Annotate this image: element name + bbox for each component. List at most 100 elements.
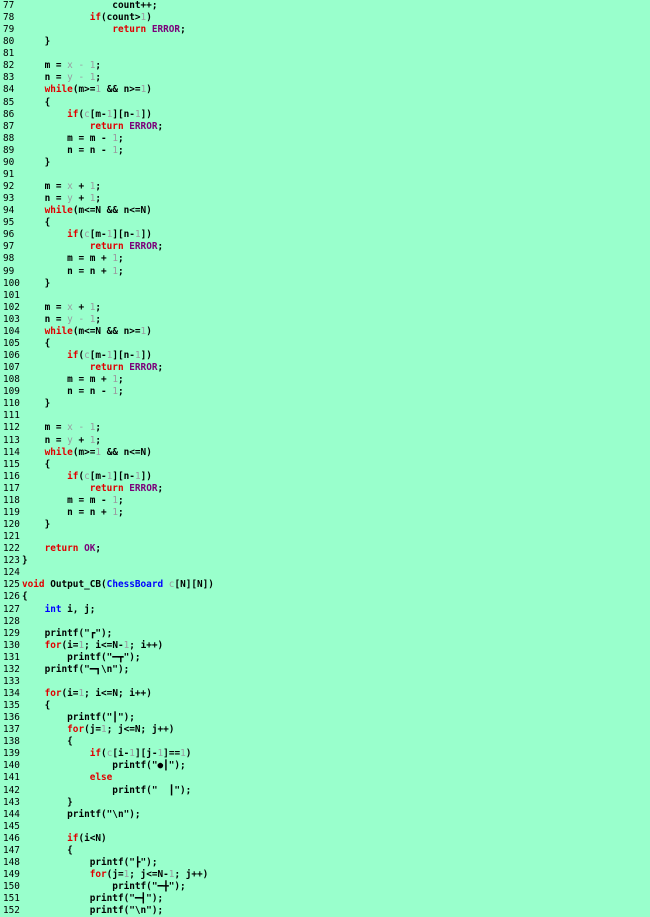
code-token: return (44, 543, 79, 555)
line-number: 133 (3, 675, 20, 687)
code-token: ; j<=N; j++) (106, 724, 175, 736)
line-number: 145 (3, 820, 20, 832)
line-code: count++; (22, 0, 157, 12)
code-token: m = (22, 60, 68, 72)
code-token: (i<N) (78, 832, 107, 844)
line-code: n = n + 1; (22, 265, 124, 278)
code-token: ][n- (112, 108, 135, 120)
code-token: ; i<=N; i++) (84, 687, 152, 699)
code-token: + (72, 301, 90, 313)
line-code: } (22, 519, 51, 531)
line-code: printf("━┓\n"); (22, 663, 130, 676)
line-code: printf("━╋"); (22, 881, 185, 893)
code-token: (j= (84, 724, 102, 736)
code-token: ; (95, 313, 102, 325)
code-token: ; (95, 193, 102, 205)
line-code: while(m<=N && n<=N) (22, 205, 152, 217)
code-token: printf("\n"); (22, 808, 141, 820)
code-token: (m>= (72, 446, 96, 458)
line-number: 149 (3, 869, 20, 881)
line-code: { (22, 591, 28, 603)
line-code: if(count>1) (22, 12, 152, 24)
code-token: } (22, 519, 51, 530)
code-token: ; (95, 543, 102, 555)
code-token: } (22, 398, 51, 410)
line-number: 101 (3, 289, 20, 301)
code-token: } (22, 796, 73, 808)
line-code: return ERROR; (22, 483, 163, 495)
line-code: int i, j; (22, 603, 96, 616)
line-number: 119 (3, 506, 20, 518)
code-token: ]) (140, 350, 152, 362)
code-token: if (89, 12, 102, 24)
code-token: ERROR (151, 24, 181, 36)
line-code: while(m>=1 && n<=N) (22, 447, 152, 459)
code-editor[interactable]: 77 count++; 78 if(count>1) 79 return ERROR… (0, 0, 650, 917)
line-number: 141 (3, 772, 20, 784)
code-token: (m<=N && n>= (72, 325, 141, 337)
code-token: for (44, 687, 62, 699)
line-number: 136 (3, 712, 20, 724)
line-number: 96 (3, 229, 15, 241)
code-token: ) (185, 748, 192, 760)
line-code: while(m<=N && n>=1) (22, 326, 152, 338)
code-token: printf("━┓\n"); (22, 663, 130, 675)
code-token: + (72, 181, 90, 193)
code-token: [m- (89, 350, 107, 362)
line-number: 106 (3, 350, 20, 362)
line-number: 77 (3, 0, 15, 11)
code-token: { (22, 844, 73, 856)
line-number: 135 (3, 700, 20, 712)
line-number: 144 (3, 808, 20, 820)
line-number: 113 (3, 434, 20, 446)
line-number: 128 (3, 615, 20, 627)
code-token: while (44, 205, 73, 217)
line-number: 95 (3, 217, 15, 229)
code-token: x - 1 (67, 422, 96, 434)
code-token: ; (117, 506, 124, 518)
code-token: void (22, 579, 45, 591)
line-number: 102 (3, 301, 20, 313)
line-code: n = y + 1; (22, 435, 102, 447)
line-number: 140 (3, 760, 20, 772)
line-code: m = x + 1; (22, 301, 102, 314)
line-code: printf("━┳"); (22, 652, 140, 664)
code-token: x - 1 (67, 60, 96, 72)
code-token: [m- (89, 470, 107, 482)
line-code: for(j=1; j<=N-1; j++) (22, 869, 209, 881)
code-token: ; (95, 422, 102, 434)
line-code: return OK; (22, 543, 101, 555)
line-number: 98 (3, 253, 15, 265)
code-token: i, j; (61, 603, 96, 615)
line-code: m = m + 1; (22, 253, 124, 265)
line-code: n = n - 1; (22, 145, 123, 157)
code-token: { (22, 217, 51, 229)
code-token: if (67, 229, 79, 241)
code-token: ; (117, 265, 124, 277)
code-token: n = (22, 193, 68, 205)
code-token: Output_CB( (44, 579, 107, 591)
line-number: 78 (3, 12, 15, 24)
line-number: 139 (3, 748, 20, 760)
code-token: ) (146, 325, 152, 337)
code-token: { (22, 337, 51, 349)
line-number: 92 (3, 181, 15, 193)
line-code: printf(" ┃"); (22, 785, 191, 797)
code-token: return (89, 482, 124, 494)
code-token: ]) (140, 229, 152, 241)
line-code: n = y - 1; (22, 72, 101, 84)
code-token: [i- (112, 748, 130, 760)
line-code: { (22, 217, 51, 229)
code-token: ; (117, 253, 124, 265)
line-code: if(c[m-1][n-1]) (22, 109, 152, 121)
line-code: } (22, 278, 51, 290)
code-token: ; (180, 24, 186, 36)
